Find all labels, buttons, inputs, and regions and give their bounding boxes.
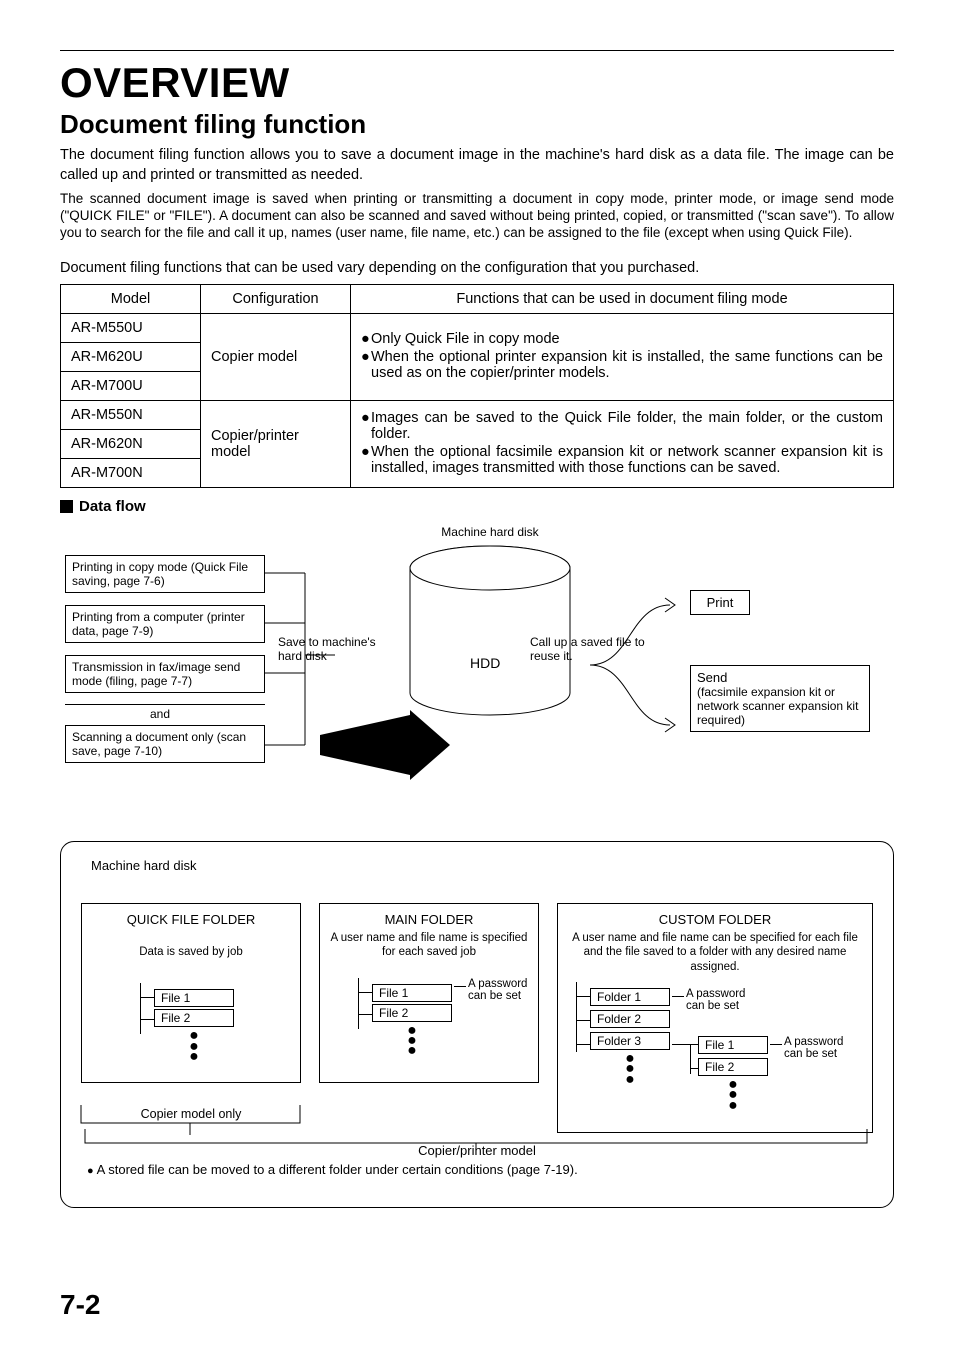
config-printer-cell: Copier/printer model — [201, 400, 351, 487]
model-cell: AR-M620N — [61, 429, 201, 458]
func-copier-cell: ●Only Quick File in copy mode ●When the … — [351, 313, 894, 400]
disk-detail-diagram: Machine hard disk QUICK FILE FOLDER Data… — [60, 841, 894, 1208]
th-functions: Functions that can be used in document f… — [351, 284, 894, 313]
hdd-text: HDD — [470, 655, 500, 671]
quick-folder-desc: Data is saved by job — [92, 945, 290, 959]
dataflow-heading: Data flow — [60, 498, 894, 515]
file-item: File 2 — [698, 1058, 768, 1076]
print-box: Print — [690, 590, 750, 615]
flow-box-copy: Printing in copy mode (Quick File saving… — [65, 555, 265, 593]
folder-item: Folder 3 — [590, 1032, 670, 1050]
dataflow-diagram: Printing in copy mode (Quick File saving… — [60, 525, 894, 835]
send-title: Send — [697, 670, 863, 685]
th-config: Configuration — [201, 284, 351, 313]
func-printer-cell: ●Images can be saved to the Quick File f… — [351, 400, 894, 487]
file-item: File 1 — [154, 989, 234, 1007]
send-desc: (facsimile expansion kit or network scan… — [697, 685, 863, 727]
model-cell: AR-M550U — [61, 313, 201, 342]
file-item: File 2 — [372, 1004, 452, 1022]
footer-note: A stored file can be moved to a differen… — [81, 1162, 873, 1177]
model-cell: AR-M700U — [61, 371, 201, 400]
model-cell: AR-M700N — [61, 458, 201, 487]
th-model: Model — [61, 284, 201, 313]
main-folder-column: MAIN FOLDER A user name and file name is… — [319, 903, 539, 1133]
func-copier-b1: Only Quick File in copy mode — [371, 331, 883, 347]
intro-paragraph-1: The document filing function allows you … — [60, 146, 894, 185]
hdd-container: Machine hard disk HDD — [375, 525, 605, 723]
password-note: A password can be set — [784, 1036, 854, 1060]
quick-folder-title: QUICK FILE FOLDER — [92, 912, 290, 927]
config-table: Model Configuration Functions that can b… — [60, 284, 894, 488]
intro-paragraph-3: Document filing functions that can be us… — [60, 260, 894, 276]
and-text: and — [150, 707, 170, 721]
config-copier-cell: Copier model — [201, 313, 351, 400]
custom-folder-column: CUSTOM FOLDER A user name and file name … — [557, 903, 873, 1133]
intro-paragraph-2: The scanned document image is saved when… — [60, 191, 894, 242]
flow-box-fax: Transmission in fax/image send mode (fil… — [65, 655, 265, 693]
disk-label: Machine hard disk — [375, 525, 605, 539]
folder-item: Folder 2 — [590, 1010, 670, 1028]
folder-item: Folder 1 — [590, 988, 670, 1006]
custom-folder-title: CUSTOM FOLDER — [568, 912, 862, 927]
page-title: OVERVIEW — [60, 59, 894, 107]
file-item: File 2 — [154, 1009, 234, 1027]
func-printer-b2: When the optional facsimile expansion ki… — [371, 444, 883, 476]
top-rule — [60, 50, 894, 51]
disk-detail-title: Machine hard disk — [91, 858, 873, 873]
file-item: File 1 — [698, 1036, 768, 1054]
flow-box-printer: Printing from a computer (printer data, … — [65, 605, 265, 643]
dataflow-label: Data flow — [79, 498, 146, 515]
flow-box-scan: Scanning a document only (scan save, pag… — [65, 725, 265, 763]
page-subtitle: Document filing function — [60, 109, 894, 140]
page-number: 7-2 — [60, 1289, 100, 1321]
model-cell: AR-M620U — [61, 342, 201, 371]
hdd-cylinder-icon — [400, 543, 580, 723]
send-box: Send (facsimile expansion kit or network… — [690, 665, 870, 732]
custom-folder-desc: A user name and file name can be specifi… — [568, 931, 862, 974]
split-arrow-icon — [590, 565, 700, 765]
func-copier-b2: When the optional printer expansion kit … — [371, 349, 883, 381]
func-printer-b1: Images can be saved to the Quick File fo… — [371, 410, 883, 442]
file-item: File 1 — [372, 984, 452, 1002]
password-note: A password can be set — [686, 988, 756, 1012]
square-bullet-icon — [60, 500, 73, 513]
and-divider — [65, 704, 265, 705]
main-folder-desc: A user name and file name is specified f… — [330, 931, 528, 960]
quick-file-column: QUICK FILE FOLDER Data is saved by job F… — [81, 903, 301, 1133]
bottom-bracket-icon — [81, 1129, 871, 1155]
main-folder-title: MAIN FOLDER — [330, 912, 528, 927]
password-note: A password can be set — [468, 978, 538, 1002]
model-cell: AR-M550N — [61, 400, 201, 429]
